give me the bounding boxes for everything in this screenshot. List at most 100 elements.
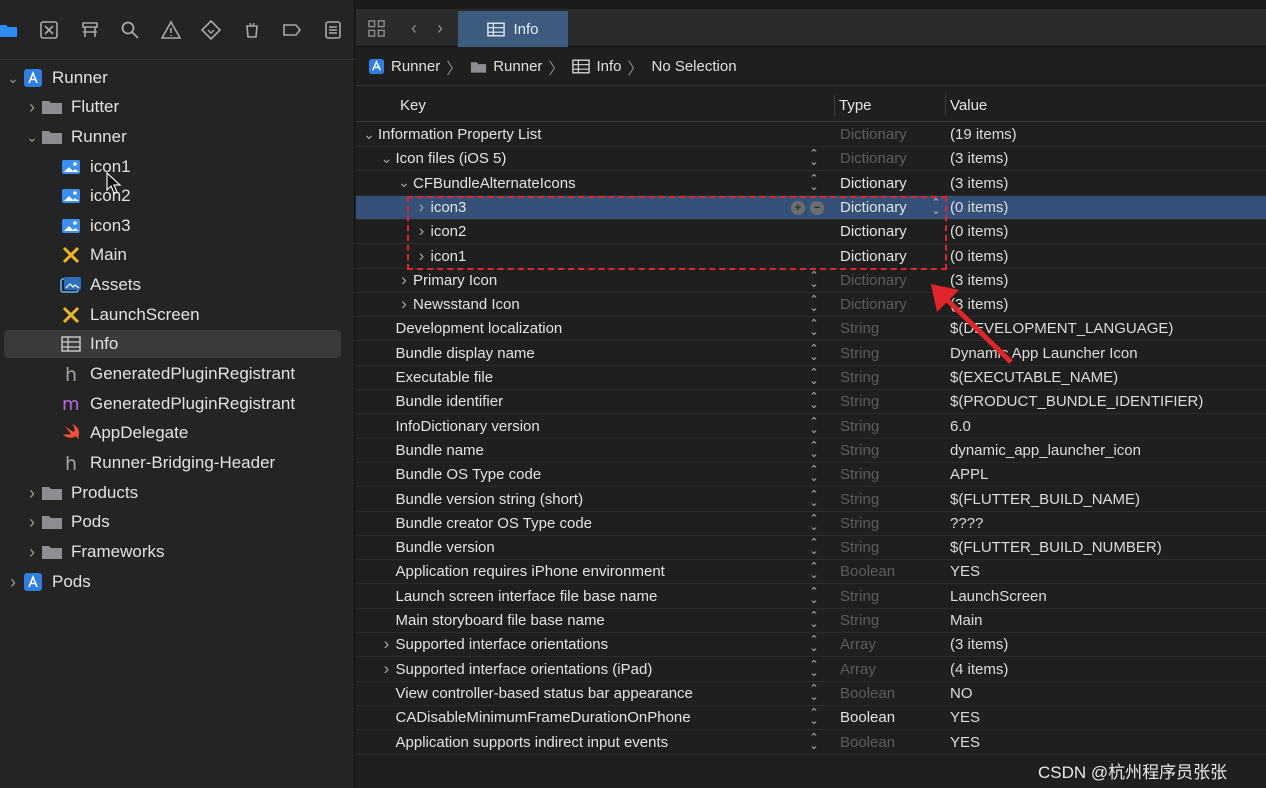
plist-key[interactable]: Bundle OS Type code <box>396 466 542 483</box>
chevron-right-icon[interactable]: › <box>380 634 394 653</box>
test-icon[interactable] <box>199 18 223 42</box>
key-stepper-icon[interactable]: ⌃ ⌄ <box>808 635 820 654</box>
plist-key[interactable]: CFBundleAlternateIcons <box>413 175 576 192</box>
plist-value[interactable]: $(PRODUCT_BUNDLE_IDENTIFIER) <box>950 393 1203 410</box>
chevron-down-icon[interactable]: ⌄ <box>25 129 39 145</box>
plist-type[interactable]: String <box>840 345 879 362</box>
plist-key[interactable]: InfoDictionary version <box>396 418 540 435</box>
key-stepper-icon[interactable]: ⌃ ⌄ <box>808 149 820 168</box>
chevron-right-icon[interactable]: › <box>415 221 429 240</box>
plist-value[interactable]: (3 items) <box>950 272 1008 289</box>
plist-type[interactable]: Boolean <box>840 563 895 580</box>
navigator-item-pods[interactable]: › Pods <box>0 568 355 596</box>
plist-row[interactable]: › Supported interface orientations (iPad)… <box>356 658 1266 682</box>
chevron-right-icon[interactable]: › <box>415 197 429 216</box>
plist-row[interactable]: ⌄ Information Property List Dictionary (19 … <box>356 123 1266 147</box>
plist-key[interactable]: Launch screen interface file base name <box>396 588 658 605</box>
plist-key[interactable]: Main storyboard file base name <box>396 612 605 629</box>
breadcrumb-file[interactable]: Info <box>572 58 621 75</box>
chevron-right-icon[interactable]: › <box>25 542 39 562</box>
plist-value[interactable]: YES <box>950 563 980 580</box>
plist-row[interactable]: › icon1 Dictionary (0 items) <box>356 245 1266 269</box>
plist-row[interactable]: Bundle version ⌃ ⌄ String $(FLUTTER_BUILD_NU… <box>356 536 1266 561</box>
key-stepper-icon[interactable]: ⌃ ⌄ <box>808 440 820 460</box>
key-stepper-icon[interactable]: ⌃ ⌄ <box>808 513 820 533</box>
plist-key[interactable]: CADisableMinimumFrameDurationOnPhone <box>396 709 691 726</box>
plist-value[interactable]: $(EXECUTABLE_NAME) <box>950 369 1118 386</box>
plist-type[interactable]: String <box>840 369 879 386</box>
plist-value[interactable]: NO <box>950 685 973 702</box>
chevron-down-icon[interactable]: ⌄ <box>362 126 376 142</box>
plist-key[interactable]: icon1 <box>431 248 467 265</box>
key-stepper-icon[interactable]: ⌃ ⌄ <box>808 538 820 557</box>
plist-type[interactable]: String <box>840 539 879 556</box>
plist-row[interactable]: Main storyboard file base name ⌃ ⌄ String Ma… <box>356 609 1266 633</box>
plist-value[interactable]: Main <box>950 612 983 629</box>
forward-arrow-icon[interactable]: › <box>430 18 450 38</box>
breadcrumb-group[interactable]: Runner <box>470 58 542 75</box>
plist-value[interactable]: Dynamic App Launcher Icon <box>950 345 1138 362</box>
plist-type[interactable]: Dictionary <box>840 272 907 289</box>
plist-value[interactable]: $(FLUTTER_BUILD_NAME) <box>950 491 1140 508</box>
key-stepper-icon[interactable]: ⌃ ⌄ <box>808 270 820 290</box>
plist-value[interactable]: APPL <box>950 466 988 483</box>
plist-type[interactable]: String <box>840 612 879 629</box>
navigator-item-icon1[interactable]: icon1 <box>0 153 355 181</box>
plist-row[interactable]: › Newsstand Icon ⌃ ⌄ Dictionary (3 items) <box>356 293 1266 318</box>
plist-row[interactable]: › icon2 Dictionary (0 items) <box>356 220 1266 245</box>
key-stepper-icon[interactable]: ⌃ ⌄ <box>808 319 820 338</box>
plist-row[interactable]: ⌄ Icon files (iOS 5) ⌃ ⌄ Dictionary (3 items) <box>356 147 1266 172</box>
plist-key[interactable]: Bundle version <box>396 539 495 556</box>
chevron-right-icon[interactable]: › <box>25 97 39 117</box>
plist-row[interactable]: › Supported interface orientations ⌃ ⌄ Array… <box>356 633 1266 658</box>
breadcrumb-project[interactable]: Runner <box>368 58 440 75</box>
key-stepper-icon[interactable]: ⌃ ⌄ <box>808 732 820 752</box>
hierarchy-icon[interactable] <box>78 18 102 42</box>
plist-value[interactable]: (3 items) <box>950 150 1008 167</box>
key-stepper-icon[interactable]: ⌃ ⌄ <box>808 562 820 581</box>
navigator-item-generatedpluginregistrant[interactable]: h GeneratedPluginRegistrant <box>0 360 355 388</box>
back-arrow-icon[interactable]: ‹ <box>404 18 424 38</box>
plist-type[interactable]: String <box>840 515 879 532</box>
plist-value[interactable]: (4 items) <box>950 661 1008 678</box>
plist-key[interactable]: icon2 <box>431 223 467 240</box>
debug-icon[interactable] <box>240 18 264 42</box>
plist-row[interactable]: View controller-based status bar appeara… <box>356 682 1266 706</box>
navigator-item-icon2[interactable]: icon2 <box>0 182 355 210</box>
breakpoint-icon[interactable] <box>280 18 304 42</box>
plist-row[interactable]: Bundle display name ⌃ ⌄ String Dynamic App L… <box>356 342 1266 366</box>
navigator-item-generatedpluginregistrant[interactable]: m GeneratedPluginRegistrant <box>0 390 355 418</box>
plist-row[interactable]: Executable file ⌃ ⌄ String $(EXECUTABLE_NAME… <box>356 366 1266 390</box>
plist-type[interactable]: Boolean <box>840 685 895 702</box>
plist-value[interactable]: YES <box>950 709 980 726</box>
key-stepper-icon[interactable]: ⌃ ⌄ <box>808 392 820 411</box>
plist-type[interactable]: Boolean <box>840 734 895 751</box>
key-stepper-icon[interactable]: ⌃ ⌄ <box>808 489 820 509</box>
add-item-icon[interactable]: + <box>791 200 805 215</box>
plist-row[interactable]: Bundle creator OS Type code ⌃ ⌄ String???? <box>356 512 1266 536</box>
plist-key[interactable]: Icon files (iOS 5) <box>396 150 507 167</box>
plist-type[interactable]: String <box>840 393 879 410</box>
navigator-item-products[interactable]: › Products <box>0 479 355 507</box>
chevron-right-icon[interactable]: › <box>397 294 411 313</box>
plist-value[interactable]: $(DEVELOPMENT_LANGUAGE) <box>950 320 1173 337</box>
source-control-icon[interactable] <box>37 18 61 42</box>
chevron-right-icon[interactable]: › <box>25 483 39 503</box>
plist-key[interactable]: Supported interface orientations <box>396 636 609 653</box>
plist-type[interactable]: String <box>840 418 879 435</box>
plist-type[interactable]: String <box>840 442 879 459</box>
chevron-right-icon[interactable]: › <box>6 572 20 592</box>
navigator-item-launchscreen[interactable]: LaunchScreen <box>0 301 355 329</box>
plist-type[interactable]: Boolean <box>840 709 895 726</box>
key-stepper-icon[interactable]: ⌃ ⌄ <box>808 343 820 363</box>
navigator-item-icon3[interactable]: icon3 <box>0 212 355 240</box>
plist-row[interactable]: Application requires iPhone environment ⌃… <box>356 560 1266 585</box>
plist-type[interactable]: String <box>840 320 879 337</box>
plist-row[interactable]: Bundle version string (short) ⌃ ⌄ String $(F… <box>356 488 1266 512</box>
breadcrumb-selection[interactable]: No Selection <box>651 58 736 75</box>
type-column-header[interactable]: Type <box>839 97 872 114</box>
plist-row[interactable]: Application supports indirect input even… <box>356 731 1266 755</box>
navigator-item-flutter[interactable]: › Flutter <box>0 93 355 121</box>
plist-row[interactable]: Development localization ⌃ ⌄ String $(DEVELO… <box>356 317 1266 342</box>
plist-key[interactable]: Supported interface orientations (iPad) <box>396 661 653 678</box>
